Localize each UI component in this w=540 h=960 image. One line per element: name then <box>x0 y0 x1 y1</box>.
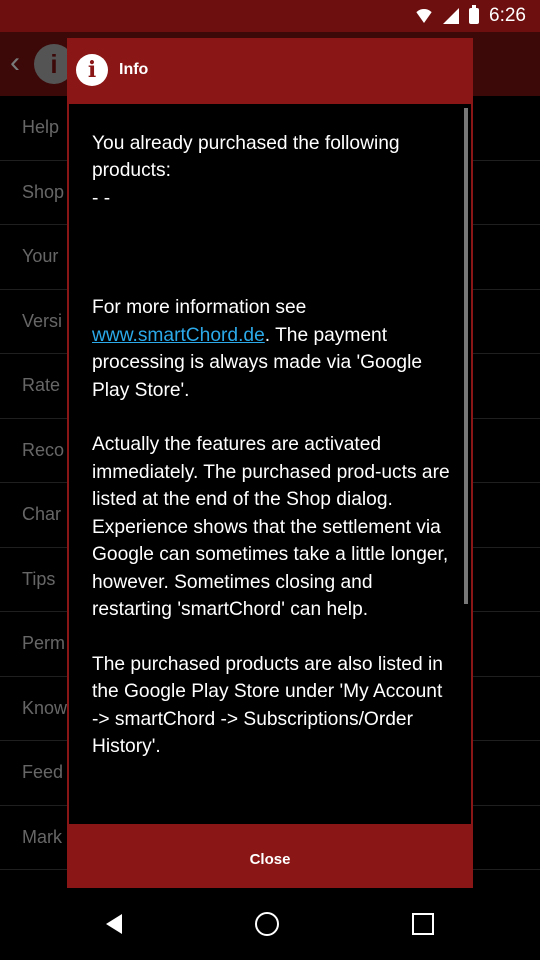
dialog-title: Info <box>119 61 149 78</box>
battery-icon <box>469 5 480 24</box>
info-icon: i <box>76 54 108 86</box>
navigation-bar <box>0 888 540 960</box>
message-text: . The payment processing is always made … <box>92 324 450 757</box>
dialog-header: i Info <box>67 38 473 102</box>
wifi-icon <box>414 9 434 23</box>
scrollbar[interactable] <box>464 108 468 604</box>
info-dialog: i Info You already purchased the followi… <box>67 38 473 890</box>
dialog-message-area[interactable]: You already purchased the following prod… <box>69 104 471 824</box>
close-button[interactable]: Close <box>67 828 473 890</box>
website-link[interactable]: www.smartChord.de <box>92 325 265 346</box>
recent-apps-icon[interactable] <box>411 913 434 935</box>
home-icon[interactable] <box>254 912 279 936</box>
dialog-message: You already purchased the following prod… <box>92 130 450 760</box>
message-text: You already purchased the following prod… <box>92 133 400 319</box>
status-bar: 6:26 <box>0 0 540 32</box>
status-time: 6:26 <box>489 5 526 26</box>
back-icon[interactable] <box>106 914 123 934</box>
signal-icon <box>443 8 460 24</box>
